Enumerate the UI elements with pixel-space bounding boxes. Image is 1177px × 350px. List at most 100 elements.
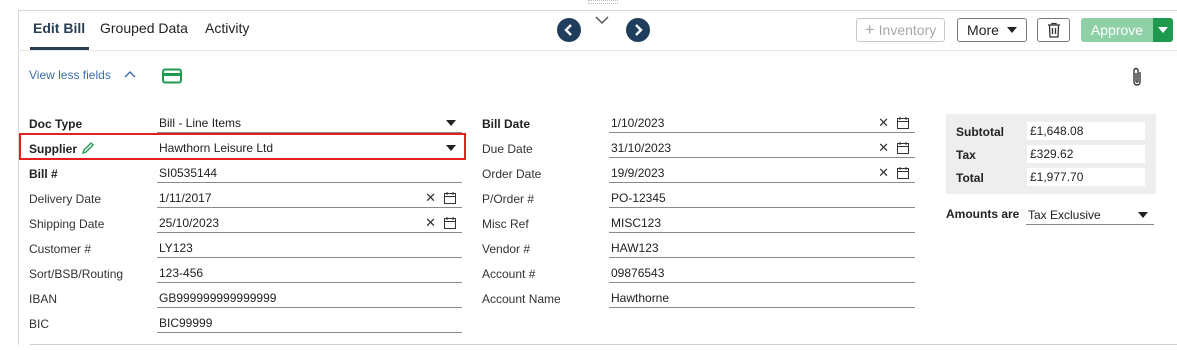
caret-down-icon: [446, 145, 456, 151]
bill-date-field[interactable]: 1/10/2023 ✕: [609, 113, 915, 133]
chevron-right-icon: [635, 24, 643, 36]
bill-number-label: Bill #: [29, 167, 58, 181]
caret-down-icon: [1006, 27, 1017, 33]
sort-code-value: 123-456: [159, 265, 204, 280]
purchase-order-label: P/Order #: [482, 192, 535, 206]
more-button[interactable]: More: [957, 18, 1027, 42]
shipping-date-label: Shipping Date: [29, 217, 105, 231]
total-label: Total: [956, 171, 984, 185]
total-value: £1,977.70: [1027, 168, 1145, 186]
pencil-icon[interactable]: [81, 141, 95, 155]
bic-field[interactable]: BIC99999: [157, 313, 462, 333]
header-divider: [18, 50, 1177, 51]
supplier-select[interactable]: Hawthorn Leisure Ltd: [157, 138, 462, 158]
paperclip-icon[interactable]: [1130, 66, 1144, 88]
account-name-value: Hawthorne: [611, 290, 670, 305]
iban-field[interactable]: GB999999999999999: [157, 288, 462, 308]
order-date-value: 19/9/2023: [611, 165, 665, 180]
caret-down-icon: [1158, 27, 1168, 33]
purchase-order-field[interactable]: PO-12345: [609, 188, 915, 208]
chevron-up-icon[interactable]: [124, 70, 136, 78]
amounts-are-value: Tax Exclusive: [1028, 207, 1101, 222]
delivery-date-value: 1/11/2017: [159, 190, 212, 205]
bill-number-field[interactable]: SI0535144: [157, 163, 462, 183]
chevron-down-icon[interactable]: [594, 14, 610, 26]
due-date-field[interactable]: 31/10/2023 ✕: [609, 138, 915, 158]
chevron-left-icon: [564, 24, 572, 36]
tab-grouped-data[interactable]: Grouped Data: [100, 20, 188, 36]
vendor-number-label: Vendor #: [482, 242, 531, 256]
bill-number-value: SI0535144: [159, 165, 218, 180]
view-less-fields-link[interactable]: View less fields: [29, 68, 111, 82]
order-date-label: Order Date: [482, 167, 542, 181]
more-label: More: [967, 22, 999, 38]
iban-value: GB999999999999999: [159, 290, 277, 305]
account-name-label: Account Name: [482, 292, 561, 306]
calendar-icon[interactable]: [897, 166, 909, 179]
inventory-button[interactable]: + Inventory: [856, 18, 945, 42]
subtotal-label: Subtotal: [956, 125, 1004, 139]
calendar-icon[interactable]: [444, 191, 456, 204]
subtotal-value: £1,648.08: [1027, 122, 1145, 140]
account-number-field[interactable]: 09876543: [609, 263, 915, 283]
clear-icon[interactable]: ✕: [425, 190, 436, 206]
doc-type-value: Bill - Line Items: [159, 115, 242, 130]
card-icon[interactable]: [162, 68, 182, 84]
tax-label: Tax: [956, 148, 976, 162]
iban-label: IBAN: [29, 292, 58, 306]
caret-down-icon: [1138, 211, 1148, 218]
due-date-label: Due Date: [482, 142, 533, 156]
calendar-icon[interactable]: [444, 216, 456, 229]
doc-type-select[interactable]: Bill - Line Items: [157, 113, 462, 133]
clear-icon[interactable]: ✕: [878, 165, 889, 181]
delivery-date-field[interactable]: 1/11/2017 ✕: [157, 188, 462, 208]
active-tab-indicator: [30, 47, 89, 50]
tax-value: £329.62: [1027, 145, 1145, 163]
delivery-date-label: Delivery Date: [29, 192, 102, 206]
account-number-label: Account #: [482, 267, 536, 281]
caret-down-icon: [446, 119, 456, 126]
amounts-are-label: Amounts are: [946, 207, 1020, 221]
bill-date-label: Bill Date: [482, 117, 531, 131]
bic-value: BIC99999: [159, 315, 213, 330]
inventory-label: Inventory: [878, 22, 937, 38]
tab-edit-bill[interactable]: Edit Bill: [33, 20, 85, 36]
customer-number-label: Customer #: [29, 242, 92, 256]
customer-number-field[interactable]: LY123: [157, 238, 462, 258]
approve-button[interactable]: Approve: [1081, 18, 1153, 42]
supplier-label: Supplier: [29, 142, 78, 156]
misc-ref-label: Misc Ref: [482, 217, 529, 231]
bill-date-value: 1/10/2023: [611, 115, 665, 130]
sort-code-label: Sort/BSB/Routing: [29, 267, 124, 281]
bic-label: BIC: [29, 317, 50, 331]
trash-icon: [1047, 22, 1060, 38]
vendor-number-field[interactable]: HAW123: [609, 238, 915, 258]
approve-options-button[interactable]: [1153, 18, 1173, 42]
order-date-field[interactable]: 19/9/2023 ✕: [609, 163, 915, 183]
next-bill-button[interactable]: [626, 18, 650, 42]
amounts-are-select[interactable]: Tax Exclusive: [1026, 205, 1154, 225]
misc-ref-value: MISC123: [611, 215, 662, 230]
misc-ref-field[interactable]: MISC123: [609, 213, 915, 233]
due-date-value: 31/10/2023: [611, 140, 672, 155]
account-name-field[interactable]: Hawthorne: [609, 288, 915, 308]
tab-activity[interactable]: Activity: [205, 20, 249, 36]
shipping-date-value: 25/10/2023: [159, 215, 220, 230]
calendar-icon[interactable]: [897, 141, 909, 154]
clear-icon[interactable]: ✕: [878, 140, 889, 156]
account-number-value: 09876543: [611, 265, 665, 280]
supplier-value: Hawthorn Leisure Ltd: [159, 141, 274, 155]
clear-icon[interactable]: ✕: [878, 115, 889, 131]
resize-grip[interactable]: [588, 0, 618, 4]
doc-type-label: Doc Type: [29, 117, 83, 131]
sort-code-field[interactable]: 123-456: [157, 263, 462, 283]
bottom-divider: [30, 344, 1177, 345]
shipping-date-field[interactable]: 25/10/2023 ✕: [157, 213, 462, 233]
vendor-number-value: HAW123: [611, 240, 659, 255]
previous-bill-button[interactable]: [557, 18, 581, 42]
purchase-order-value: PO-12345: [611, 190, 666, 205]
clear-icon[interactable]: ✕: [425, 215, 436, 231]
calendar-icon[interactable]: [897, 116, 909, 129]
plus-icon: +: [864, 20, 875, 39]
delete-button[interactable]: [1037, 18, 1070, 42]
